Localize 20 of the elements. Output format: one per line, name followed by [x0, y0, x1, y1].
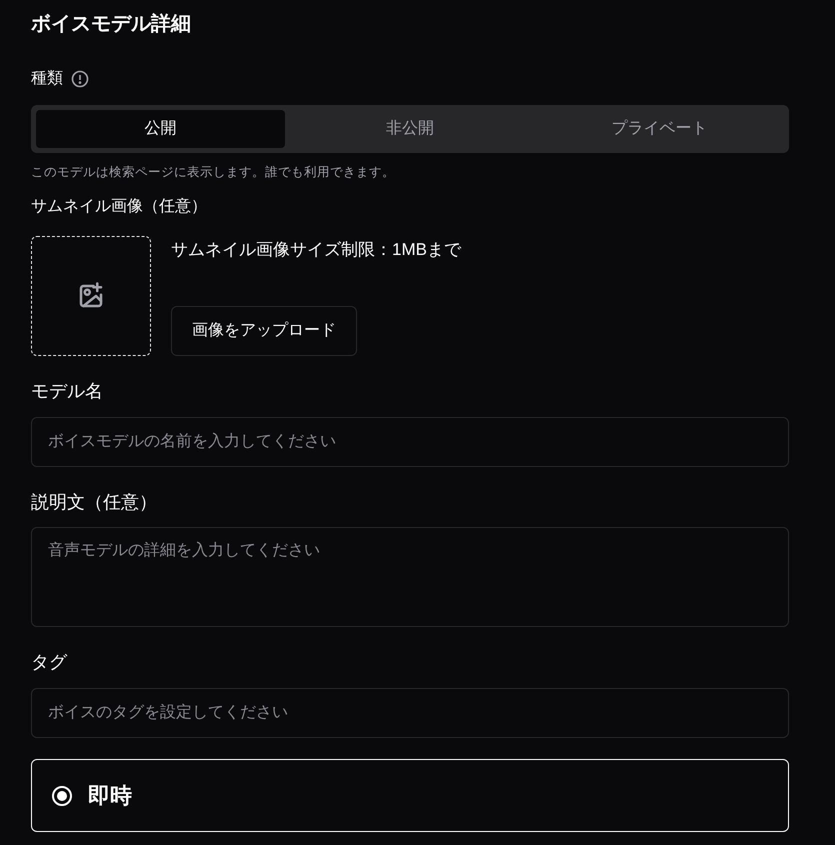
- info-icon[interactable]: [71, 70, 89, 88]
- upload-button[interactable]: 画像をアップロード: [171, 306, 357, 356]
- visibility-tab[interactable]: 非公開: [285, 110, 535, 148]
- field-label: モデル名: [31, 380, 103, 403]
- image-dropzone[interactable]: [31, 236, 151, 356]
- input-field[interactable]: ボイスのタグを設定してください: [31, 688, 789, 738]
- field-label: タグ: [31, 651, 67, 674]
- field-label: サムネイル画像（任意）: [31, 196, 207, 217]
- publish-option-card[interactable]: 即時: [31, 759, 789, 832]
- input-field[interactable]: ボイスモデルの名前を入力してください: [31, 417, 789, 467]
- field-label: 説明文（任意）: [31, 491, 157, 514]
- size-limit-text: サムネイル画像サイズ制限：1MBまで: [171, 239, 461, 261]
- visibility-tab[interactable]: 公開: [36, 110, 286, 148]
- field-label: 種類: [31, 69, 63, 89]
- option-label: 即時: [88, 782, 132, 810]
- radio-button[interactable]: [52, 786, 72, 806]
- text-area[interactable]: 音声モデルの詳細を入力してください: [31, 527, 789, 627]
- visibility-tab[interactable]: プライベート: [534, 110, 784, 148]
- help-text: このモデルは検索ページに表示します。誰でも利用できます。: [31, 164, 395, 181]
- page-title: ボイスモデル詳細: [31, 12, 191, 37]
